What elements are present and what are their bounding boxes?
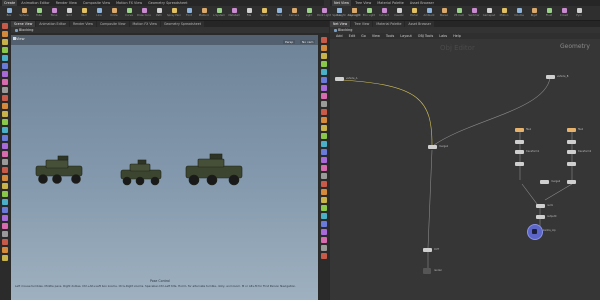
network-node[interactable] [515,140,524,144]
node-label: output0 [547,215,557,218]
node-label: merge2 [551,180,561,183]
network-node[interactable] [335,77,344,81]
network-node[interactable] [536,204,545,208]
render-icon [532,229,537,234]
node-label: transform2 [578,150,592,153]
node-label: null1 [547,204,553,207]
network-node[interactable] [567,128,576,132]
network-node[interactable] [423,248,432,252]
network-node[interactable] [423,268,431,274]
network-node[interactable] [515,128,524,132]
render-node[interactable] [527,224,543,240]
network-node[interactable] [546,75,555,79]
network-node[interactable] [567,140,576,144]
network-node[interactable] [567,162,576,166]
network-node[interactable] [567,150,576,154]
node-label: transform1 [526,150,540,153]
node-label: OUT [434,248,440,251]
node-label: karma_rop [543,229,556,232]
network-wires [341,77,573,268]
network-node[interactable] [540,180,549,184]
network-node[interactable] [536,215,545,219]
node-label: render [434,269,442,272]
node-label: merge1 [439,145,449,148]
network-node[interactable] [567,180,576,184]
node-label: file2 [578,128,584,131]
network-node[interactable] [515,162,524,166]
node-label: vehicle_A [346,77,358,80]
node-label: vehicle_B [557,75,569,78]
node-label: file1 [526,128,532,131]
network-node[interactable] [515,150,524,154]
network-node[interactable] [428,145,437,149]
